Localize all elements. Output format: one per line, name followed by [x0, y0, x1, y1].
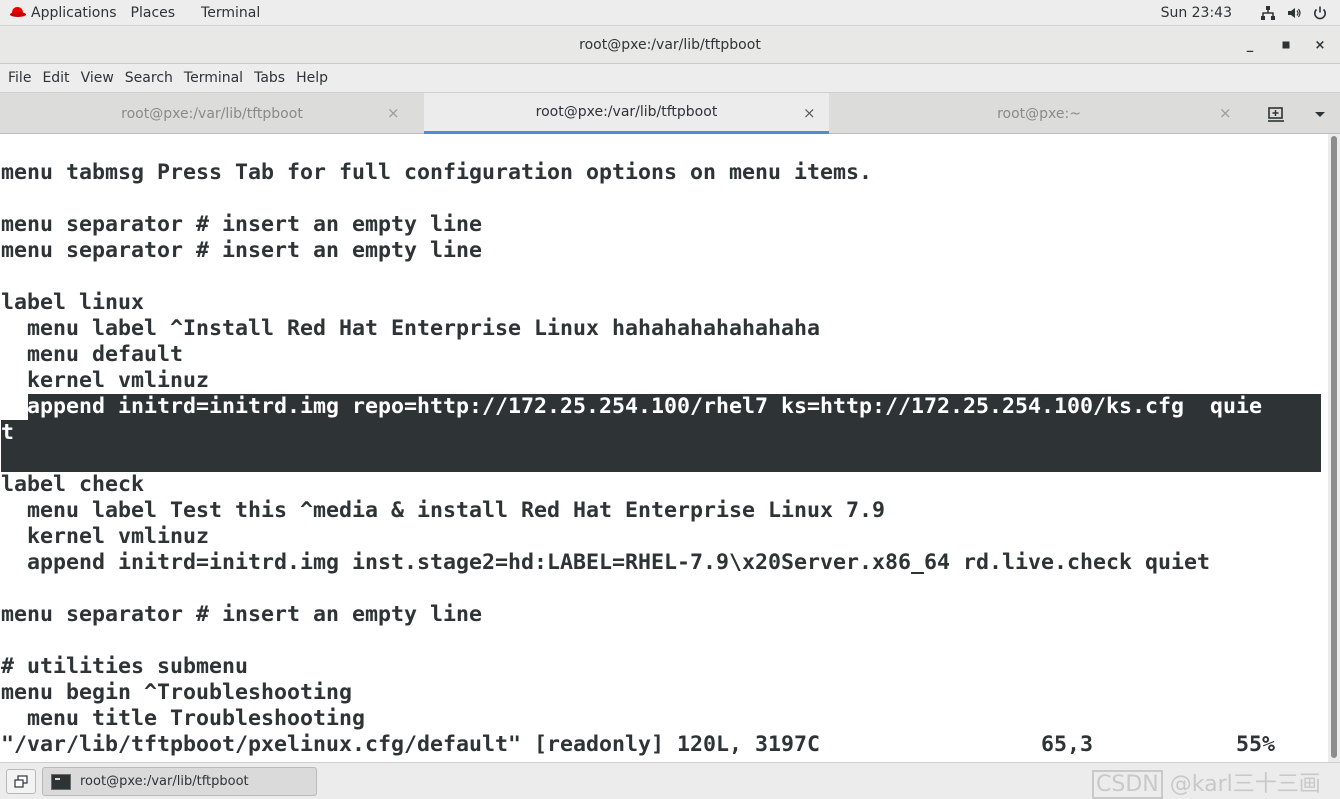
terminal-line: kernel vmlinuz: [1, 368, 210, 393]
terminal-icon: [51, 773, 71, 790]
terminal-scrollbar[interactable]: [1328, 134, 1340, 762]
bottom-taskbar: root@pxe:/var/lib/tftpboot CSDN @karl三十三…: [0, 762, 1340, 799]
close-window-button[interactable]: ×: [1310, 35, 1330, 55]
terminal-app-label: Terminal: [201, 4, 261, 21]
terminal-line: menu separator # insert an empty line: [1, 238, 483, 263]
menu-help[interactable]: Help: [291, 70, 333, 86]
window-title: root@pxe:/var/lib/tftpboot: [579, 37, 761, 53]
taskbar-window-item[interactable]: root@pxe:/var/lib/tftpboot: [42, 767, 317, 796]
terminal-line: menu label ^Install Red Hat Enterprise L…: [1, 316, 821, 341]
terminal-app-menu[interactable]: Terminal: [185, 0, 270, 26]
minimize-button[interactable]: _: [1240, 35, 1260, 55]
terminal-line: menu title Troubleshooting: [1, 706, 366, 731]
terminal-line: menu begin ^Troubleshooting: [1, 680, 353, 705]
places-menu[interactable]: Places: [127, 0, 186, 26]
power-icon[interactable]: [1310, 3, 1330, 23]
tab-2-active[interactable]: root@pxe:/var/lib/tftpboot ×: [424, 93, 829, 134]
terminal-line: append initrd=initrd.img inst.stage2=hd:…: [1, 550, 1211, 575]
terminal-line: label check: [1, 472, 145, 497]
tab-label: root@pxe:/var/lib/tftpboot: [121, 105, 303, 122]
terminal-line-selected: append initrd=initrd.img repo=http://172…: [1, 394, 1263, 419]
clock[interactable]: Sun 23:43: [1161, 5, 1232, 21]
menu-edit[interactable]: Edit: [37, 70, 74, 86]
window-titlebar[interactable]: root@pxe:/var/lib/tftpboot _ ×: [0, 27, 1340, 64]
watermark: CSDN @karl三十三画: [1092, 766, 1321, 799]
tab-1[interactable]: root@pxe:/var/lib/tftpboot ×: [0, 93, 424, 134]
menu-search[interactable]: Search: [120, 70, 178, 86]
menu-file[interactable]: File: [3, 70, 36, 86]
scrollbar-thumb[interactable]: [1331, 136, 1337, 758]
terminal-line: # utilities submenu: [1, 654, 249, 679]
redhat-logo-icon: [10, 7, 26, 18]
tab-list-chevron-down-icon[interactable]: [1310, 103, 1330, 125]
terminal-line: menu default: [1, 342, 184, 367]
network-icon[interactable]: [1258, 3, 1278, 23]
new-tab-icon[interactable]: [1264, 103, 1288, 125]
tab-label: root@pxe:~: [997, 105, 1081, 122]
vim-status-line: "/var/lib/tftpboot/pxelinux.cfg/default"…: [1, 732, 1276, 757]
menu-tabs[interactable]: Tabs: [249, 70, 290, 86]
tab-close-icon[interactable]: ×: [1219, 104, 1232, 122]
menu-view[interactable]: View: [76, 70, 119, 86]
tab-3[interactable]: root@pxe:~ ×: [829, 93, 1249, 134]
menu-bar: File Edit View Search Terminal Tabs Help: [0, 64, 1340, 92]
places-label: Places: [130, 4, 176, 21]
applications-label: Applications: [31, 4, 117, 21]
menu-terminal[interactable]: Terminal: [179, 70, 248, 86]
terminal-view[interactable]: menu tabmsg Press Tab for full configura…: [0, 134, 1328, 762]
terminal-line: menu separator # insert an empty line: [1, 212, 483, 237]
tab-label: root@pxe:/var/lib/tftpboot: [535, 104, 718, 120]
terminal-line: kernel vmlinuz: [1, 524, 210, 549]
top-bar: Applications Places Terminal Sun 23:43: [0, 0, 1340, 26]
tab-close-icon[interactable]: ×: [387, 104, 400, 122]
terminal-line-selected: t: [1, 420, 15, 445]
maximize-button[interactable]: [1276, 35, 1296, 55]
applications-menu[interactable]: Applications: [0, 0, 127, 26]
tab-close-icon[interactable]: ×: [803, 104, 816, 122]
show-desktop-icon[interactable]: [6, 769, 36, 794]
volume-icon[interactable]: [1284, 3, 1304, 23]
terminal-line: label linux: [1, 290, 145, 315]
terminal-line: menu label Test this ^media & install Re…: [1, 498, 886, 523]
terminal-line: menu separator # insert an empty line: [1, 602, 483, 627]
terminal-line: menu tabmsg Press Tab for full configura…: [1, 160, 873, 185]
taskbar-window-label: root@pxe:/var/lib/tftpboot: [80, 774, 249, 789]
tab-bar: root@pxe:/var/lib/tftpboot × root@pxe:/v…: [0, 92, 1340, 134]
